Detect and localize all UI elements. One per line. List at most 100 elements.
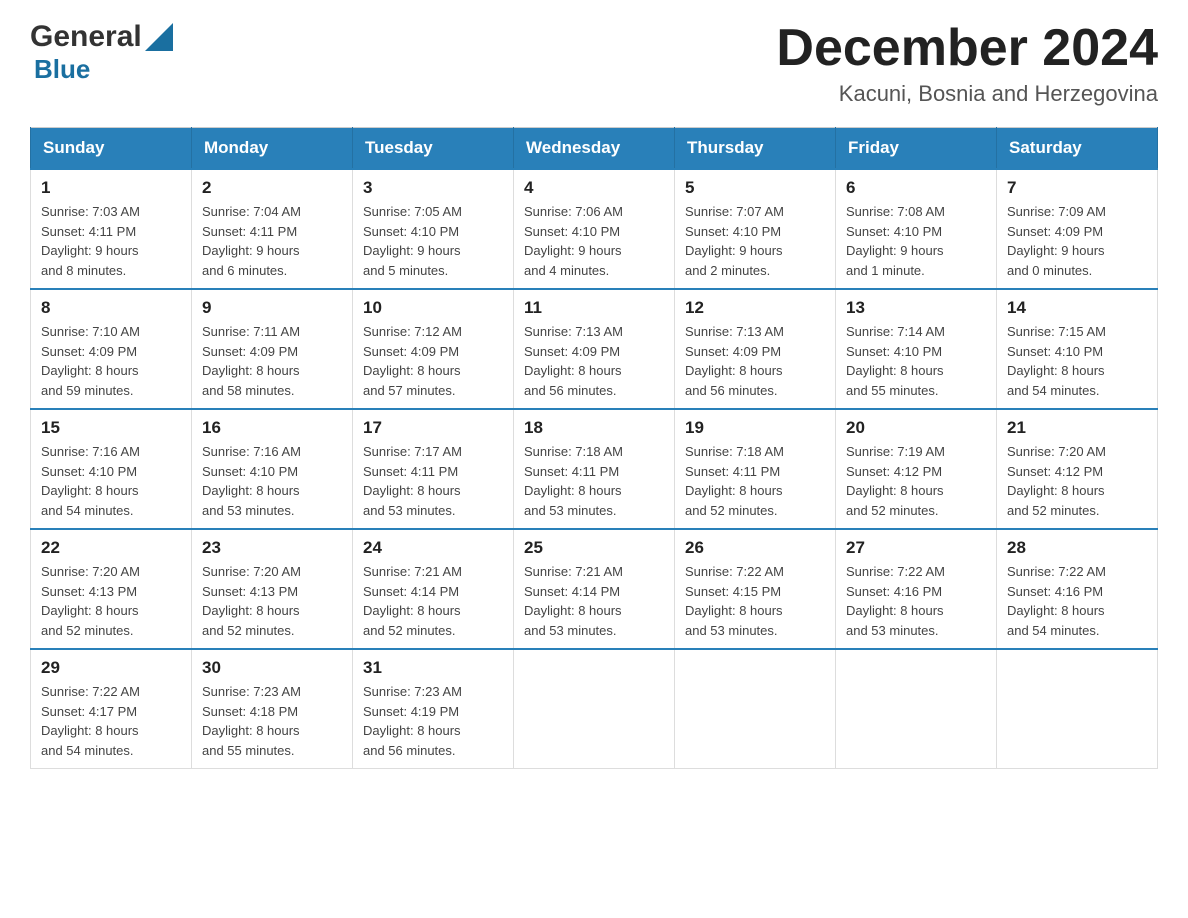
day-info: Sunrise: 7:20 AM Sunset: 4:13 PM Dayligh… bbox=[41, 562, 181, 640]
header-sunday: Sunday bbox=[31, 128, 192, 170]
calendar-table: SundayMondayTuesdayWednesdayThursdayFrid… bbox=[30, 127, 1158, 769]
day-cell-27: 27 Sunrise: 7:22 AM Sunset: 4:16 PM Dayli… bbox=[836, 529, 997, 649]
day-info: Sunrise: 7:03 AM Sunset: 4:11 PM Dayligh… bbox=[41, 202, 181, 280]
day-info: Sunrise: 7:16 AM Sunset: 4:10 PM Dayligh… bbox=[202, 442, 342, 520]
page-header: General Blue December 2024 Kacuni, Bosni… bbox=[30, 20, 1158, 107]
day-info: Sunrise: 7:06 AM Sunset: 4:10 PM Dayligh… bbox=[524, 202, 664, 280]
day-info: Sunrise: 7:09 AM Sunset: 4:09 PM Dayligh… bbox=[1007, 202, 1147, 280]
day-info: Sunrise: 7:22 AM Sunset: 4:16 PM Dayligh… bbox=[1007, 562, 1147, 640]
day-cell-3: 3 Sunrise: 7:05 AM Sunset: 4:10 PM Daylig… bbox=[353, 169, 514, 289]
day-number: 3 bbox=[363, 178, 503, 198]
calendar-header-row: SundayMondayTuesdayWednesdayThursdayFrid… bbox=[31, 128, 1158, 170]
day-number: 9 bbox=[202, 298, 342, 318]
day-number: 27 bbox=[846, 538, 986, 558]
header-monday: Monday bbox=[192, 128, 353, 170]
day-cell-7: 7 Sunrise: 7:09 AM Sunset: 4:09 PM Daylig… bbox=[997, 169, 1158, 289]
day-number: 11 bbox=[524, 298, 664, 318]
day-info: Sunrise: 7:12 AM Sunset: 4:09 PM Dayligh… bbox=[363, 322, 503, 400]
day-info: Sunrise: 7:19 AM Sunset: 4:12 PM Dayligh… bbox=[846, 442, 986, 520]
day-number: 8 bbox=[41, 298, 181, 318]
day-cell-16: 16 Sunrise: 7:16 AM Sunset: 4:10 PM Dayli… bbox=[192, 409, 353, 529]
week-row-1: 1 Sunrise: 7:03 AM Sunset: 4:11 PM Daylig… bbox=[31, 169, 1158, 289]
day-number: 23 bbox=[202, 538, 342, 558]
day-info: Sunrise: 7:20 AM Sunset: 4:13 PM Dayligh… bbox=[202, 562, 342, 640]
day-number: 1 bbox=[41, 178, 181, 198]
day-cell-23: 23 Sunrise: 7:20 AM Sunset: 4:13 PM Dayli… bbox=[192, 529, 353, 649]
day-number: 31 bbox=[363, 658, 503, 678]
header-wednesday: Wednesday bbox=[514, 128, 675, 170]
day-info: Sunrise: 7:23 AM Sunset: 4:19 PM Dayligh… bbox=[363, 682, 503, 760]
day-info: Sunrise: 7:05 AM Sunset: 4:10 PM Dayligh… bbox=[363, 202, 503, 280]
day-number: 13 bbox=[846, 298, 986, 318]
day-info: Sunrise: 7:11 AM Sunset: 4:09 PM Dayligh… bbox=[202, 322, 342, 400]
day-cell-21: 21Sunrise: 7:20 AM Sunset: 4:12 PM Dayli… bbox=[997, 409, 1158, 529]
day-number: 22 bbox=[41, 538, 181, 558]
title-section: December 2024 Kacuni, Bosnia and Herzego… bbox=[776, 20, 1158, 107]
header-friday: Friday bbox=[836, 128, 997, 170]
day-info: Sunrise: 7:04 AM Sunset: 4:11 PM Dayligh… bbox=[202, 202, 342, 280]
day-info: Sunrise: 7:07 AM Sunset: 4:10 PM Dayligh… bbox=[685, 202, 825, 280]
day-number: 4 bbox=[524, 178, 664, 198]
week-row-5: 29 Sunrise: 7:22 AM Sunset: 4:17 PM Dayli… bbox=[31, 649, 1158, 769]
day-number: 20 bbox=[846, 418, 986, 438]
day-info: Sunrise: 7:15 AM Sunset: 4:10 PM Dayligh… bbox=[1007, 322, 1147, 400]
week-row-3: 15 Sunrise: 7:16 AM Sunset: 4:10 PM Dayli… bbox=[31, 409, 1158, 529]
day-info: Sunrise: 7:23 AM Sunset: 4:18 PM Dayligh… bbox=[202, 682, 342, 760]
day-number: 15 bbox=[41, 418, 181, 438]
day-number: 26 bbox=[685, 538, 825, 558]
day-cell-8: 8 Sunrise: 7:10 AM Sunset: 4:09 PM Daylig… bbox=[31, 289, 192, 409]
day-info: Sunrise: 7:17 AM Sunset: 4:11 PM Dayligh… bbox=[363, 442, 503, 520]
day-cell-19: 19Sunrise: 7:18 AM Sunset: 4:11 PM Dayli… bbox=[675, 409, 836, 529]
day-cell-5: 5Sunrise: 7:07 AM Sunset: 4:10 PM Daylig… bbox=[675, 169, 836, 289]
day-info: Sunrise: 7:22 AM Sunset: 4:15 PM Dayligh… bbox=[685, 562, 825, 640]
day-info: Sunrise: 7:16 AM Sunset: 4:10 PM Dayligh… bbox=[41, 442, 181, 520]
day-cell-11: 11Sunrise: 7:13 AM Sunset: 4:09 PM Dayli… bbox=[514, 289, 675, 409]
day-info: Sunrise: 7:22 AM Sunset: 4:17 PM Dayligh… bbox=[41, 682, 181, 760]
day-info: Sunrise: 7:20 AM Sunset: 4:12 PM Dayligh… bbox=[1007, 442, 1147, 520]
day-number: 28 bbox=[1007, 538, 1147, 558]
day-number: 29 bbox=[41, 658, 181, 678]
logo-blue-text: Blue bbox=[34, 54, 173, 85]
day-cell-18: 18Sunrise: 7:18 AM Sunset: 4:11 PM Dayli… bbox=[514, 409, 675, 529]
day-cell-20: 20 Sunrise: 7:19 AM Sunset: 4:12 PM Dayli… bbox=[836, 409, 997, 529]
day-cell-12: 12Sunrise: 7:13 AM Sunset: 4:09 PM Dayli… bbox=[675, 289, 836, 409]
month-title: December 2024 bbox=[776, 20, 1158, 77]
day-info: Sunrise: 7:18 AM Sunset: 4:11 PM Dayligh… bbox=[524, 442, 664, 520]
day-number: 19 bbox=[685, 418, 825, 438]
day-cell-22: 22 Sunrise: 7:20 AM Sunset: 4:13 PM Dayli… bbox=[31, 529, 192, 649]
day-cell-empty bbox=[514, 649, 675, 769]
week-row-2: 8 Sunrise: 7:10 AM Sunset: 4:09 PM Daylig… bbox=[31, 289, 1158, 409]
day-cell-25: 25 Sunrise: 7:21 AM Sunset: 4:14 PM Dayli… bbox=[514, 529, 675, 649]
day-cell-31: 31 Sunrise: 7:23 AM Sunset: 4:19 PM Dayli… bbox=[353, 649, 514, 769]
day-cell-10: 10 Sunrise: 7:12 AM Sunset: 4:09 PM Dayli… bbox=[353, 289, 514, 409]
week-row-4: 22 Sunrise: 7:20 AM Sunset: 4:13 PM Dayli… bbox=[31, 529, 1158, 649]
day-info: Sunrise: 7:10 AM Sunset: 4:09 PM Dayligh… bbox=[41, 322, 181, 400]
day-number: 14 bbox=[1007, 298, 1147, 318]
day-cell-2: 2Sunrise: 7:04 AM Sunset: 4:11 PM Daylig… bbox=[192, 169, 353, 289]
day-cell-28: 28 Sunrise: 7:22 AM Sunset: 4:16 PM Dayli… bbox=[997, 529, 1158, 649]
day-cell-empty bbox=[675, 649, 836, 769]
day-number: 30 bbox=[202, 658, 342, 678]
header-tuesday: Tuesday bbox=[353, 128, 514, 170]
day-number: 24 bbox=[363, 538, 503, 558]
day-info: Sunrise: 7:22 AM Sunset: 4:16 PM Dayligh… bbox=[846, 562, 986, 640]
logo-general-text: General bbox=[30, 20, 142, 54]
day-cell-empty bbox=[997, 649, 1158, 769]
day-cell-1: 1 Sunrise: 7:03 AM Sunset: 4:11 PM Daylig… bbox=[31, 169, 192, 289]
header-thursday: Thursday bbox=[675, 128, 836, 170]
location-text: Kacuni, Bosnia and Herzegovina bbox=[776, 81, 1158, 107]
day-info: Sunrise: 7:08 AM Sunset: 4:10 PM Dayligh… bbox=[846, 202, 986, 280]
day-info: Sunrise: 7:21 AM Sunset: 4:14 PM Dayligh… bbox=[524, 562, 664, 640]
day-cell-24: 24Sunrise: 7:21 AM Sunset: 4:14 PM Dayli… bbox=[353, 529, 514, 649]
day-cell-26: 26 Sunrise: 7:22 AM Sunset: 4:15 PM Dayli… bbox=[675, 529, 836, 649]
header-saturday: Saturday bbox=[997, 128, 1158, 170]
day-cell-empty bbox=[836, 649, 997, 769]
logo: General Blue bbox=[30, 20, 173, 85]
day-number: 10 bbox=[363, 298, 503, 318]
day-number: 16 bbox=[202, 418, 342, 438]
day-number: 7 bbox=[1007, 178, 1147, 198]
day-number: 25 bbox=[524, 538, 664, 558]
day-cell-13: 13Sunrise: 7:14 AM Sunset: 4:10 PM Dayli… bbox=[836, 289, 997, 409]
day-number: 12 bbox=[685, 298, 825, 318]
day-cell-6: 6Sunrise: 7:08 AM Sunset: 4:10 PM Daylig… bbox=[836, 169, 997, 289]
